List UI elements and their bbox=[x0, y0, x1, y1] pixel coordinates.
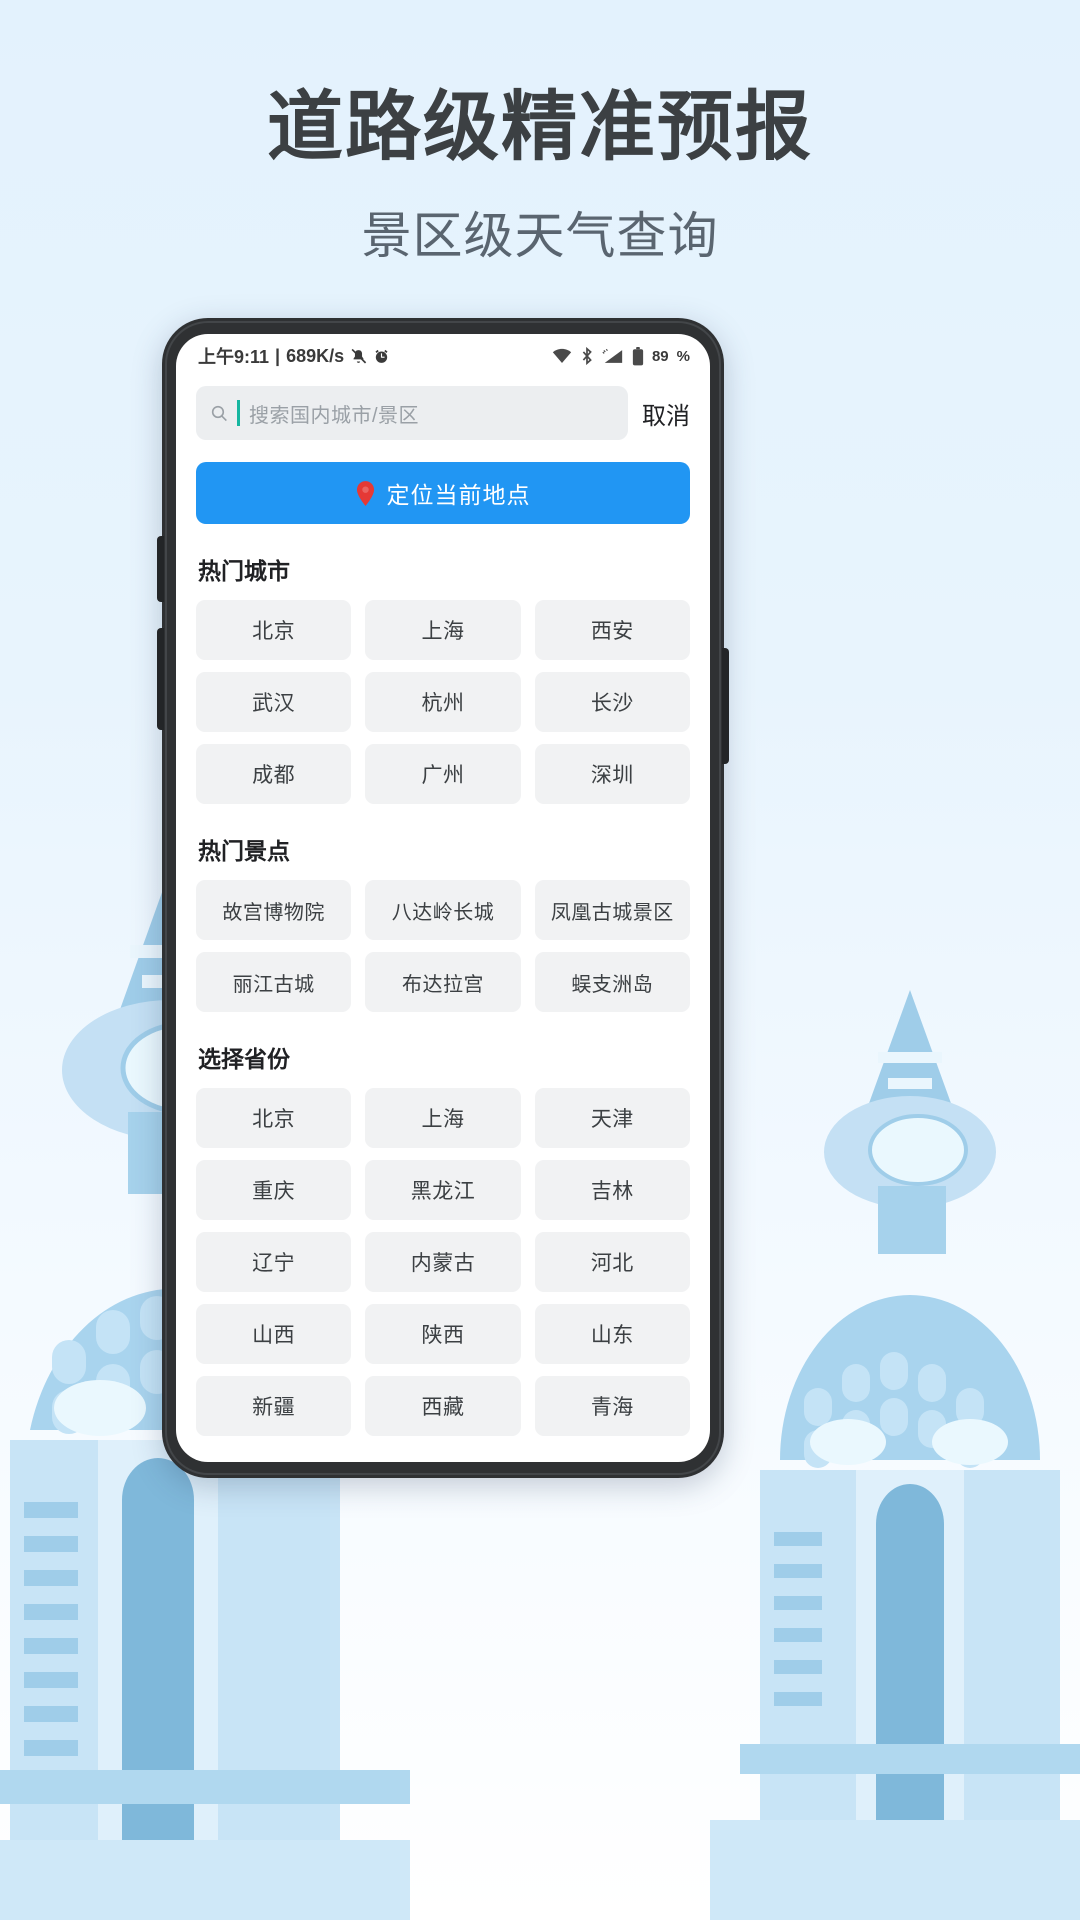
status-bar: 上午9:11 | 689K/s 89 % bbox=[176, 334, 710, 378]
bluetooth-icon bbox=[580, 346, 594, 366]
mute-icon bbox=[350, 348, 367, 365]
status-bar-right: 89 % bbox=[552, 346, 690, 366]
city-chip[interactable]: 长沙 bbox=[534, 672, 690, 732]
phone-mockup: 上午9:11 | 689K/s 89 % 搜索国内城市/景区 取消 定位当前地点… bbox=[157, 318, 729, 1478]
search-placeholder: 搜索国内城市/景区 bbox=[249, 404, 420, 427]
status-separator: | bbox=[275, 345, 281, 366]
province-chip[interactable]: 山东 bbox=[534, 1304, 690, 1364]
locate-button-label: 定位当前地点 bbox=[386, 482, 531, 508]
volume-up-button[interactable] bbox=[157, 536, 164, 602]
province-chip[interactable]: 天津 bbox=[534, 1088, 690, 1148]
city-chip[interactable]: 广州 bbox=[365, 744, 521, 804]
status-time: 上午9:11 bbox=[198, 347, 270, 367]
province-chip[interactable]: 西藏 bbox=[365, 1376, 521, 1436]
city-chip[interactable]: 武汉 bbox=[196, 672, 352, 732]
spot-chip[interactable]: 八达岭长城 bbox=[365, 880, 521, 940]
city-chip[interactable]: 上海 bbox=[365, 600, 521, 660]
promo-headline: 道路级精准预报 景区级天气查询 bbox=[0, 86, 1080, 268]
location-pin-icon bbox=[356, 480, 375, 506]
phone-screen: 上午9:11 | 689K/s 89 % 搜索国内城市/景区 取消 定位当前地点… bbox=[176, 334, 710, 1462]
search-panel-content: 定位当前地点 热门城市 北京 上海 西安 武汉 杭州 长沙 成都 广州 深圳 热… bbox=[176, 462, 710, 1436]
battery-level: 89 bbox=[651, 347, 669, 365]
province-chip[interactable]: 内蒙古 bbox=[365, 1232, 521, 1292]
province-chip[interactable]: 黑龙江 bbox=[365, 1160, 521, 1220]
province-chip[interactable]: 重庆 bbox=[196, 1160, 352, 1220]
wifi-icon bbox=[552, 348, 572, 364]
city-chip[interactable]: 成都 bbox=[196, 744, 352, 804]
city-chip[interactable]: 杭州 bbox=[365, 672, 521, 732]
city-chip[interactable]: 深圳 bbox=[534, 744, 690, 804]
province-chip[interactable]: 辽宁 bbox=[196, 1232, 352, 1292]
locate-current-position-button[interactable]: 定位当前地点 bbox=[196, 462, 690, 524]
signal-icon bbox=[602, 348, 624, 365]
spot-chip[interactable]: 布达拉宫 bbox=[365, 952, 521, 1012]
city-chip[interactable]: 北京 bbox=[196, 600, 352, 660]
province-chip[interactable]: 河北 bbox=[534, 1232, 690, 1292]
page-subtitle: 景区级天气查询 bbox=[361, 207, 719, 264]
battery-percent-icon: % bbox=[676, 347, 690, 365]
search-input[interactable]: 搜索国内城市/景区 bbox=[196, 386, 628, 440]
spot-chip[interactable]: 丽江古城 bbox=[196, 952, 352, 1012]
section-title-hot-spots: 热门景点 bbox=[198, 838, 290, 864]
province-chip[interactable]: 吉林 bbox=[534, 1160, 690, 1220]
alarm-icon bbox=[373, 348, 390, 365]
provinces-grid: 北京 上海 天津 重庆 黑龙江 吉林 辽宁 内蒙古 河北 山西 陕西 山东 新疆… bbox=[196, 1088, 690, 1436]
status-bar-left: 上午9:11 | 689K/s bbox=[198, 343, 390, 369]
province-chip[interactable]: 北京 bbox=[196, 1088, 352, 1148]
spot-chip[interactable]: 故宫博物院 bbox=[196, 880, 352, 940]
hot-cities-grid: 北京 上海 西安 武汉 杭州 长沙 成都 广州 深圳 bbox=[196, 600, 690, 804]
province-chip[interactable]: 山西 bbox=[196, 1304, 352, 1364]
page-title: 道路级精准预报 bbox=[267, 85, 813, 170]
search-bar-row: 搜索国内城市/景区 取消 bbox=[176, 378, 710, 450]
text-cursor bbox=[237, 400, 240, 426]
section-title-provinces: 选择省份 bbox=[198, 1046, 290, 1072]
status-netspeed: 689K/s bbox=[286, 345, 345, 366]
province-chip[interactable]: 青海 bbox=[534, 1376, 690, 1436]
province-chip[interactable]: 陕西 bbox=[365, 1304, 521, 1364]
province-chip[interactable]: 上海 bbox=[365, 1088, 521, 1148]
city-chip[interactable]: 西安 bbox=[534, 600, 690, 660]
section-title-hot-cities: 热门城市 bbox=[198, 558, 290, 584]
province-chip[interactable]: 新疆 bbox=[196, 1376, 352, 1436]
right-landmark-illustration bbox=[710, 990, 1080, 1920]
hot-spots-grid: 故宫博物院 八达岭长城 凤凰古城景区 丽江古城 布达拉宫 蜈支洲岛 bbox=[196, 880, 690, 1012]
spot-chip[interactable]: 蜈支洲岛 bbox=[534, 952, 690, 1012]
battery-icon bbox=[632, 346, 644, 366]
volume-down-button[interactable] bbox=[157, 628, 164, 730]
spot-chip[interactable]: 凤凰古城景区 bbox=[534, 880, 690, 940]
search-icon bbox=[210, 404, 229, 423]
power-button[interactable] bbox=[722, 648, 729, 764]
cancel-button[interactable]: 取消 bbox=[642, 396, 690, 431]
